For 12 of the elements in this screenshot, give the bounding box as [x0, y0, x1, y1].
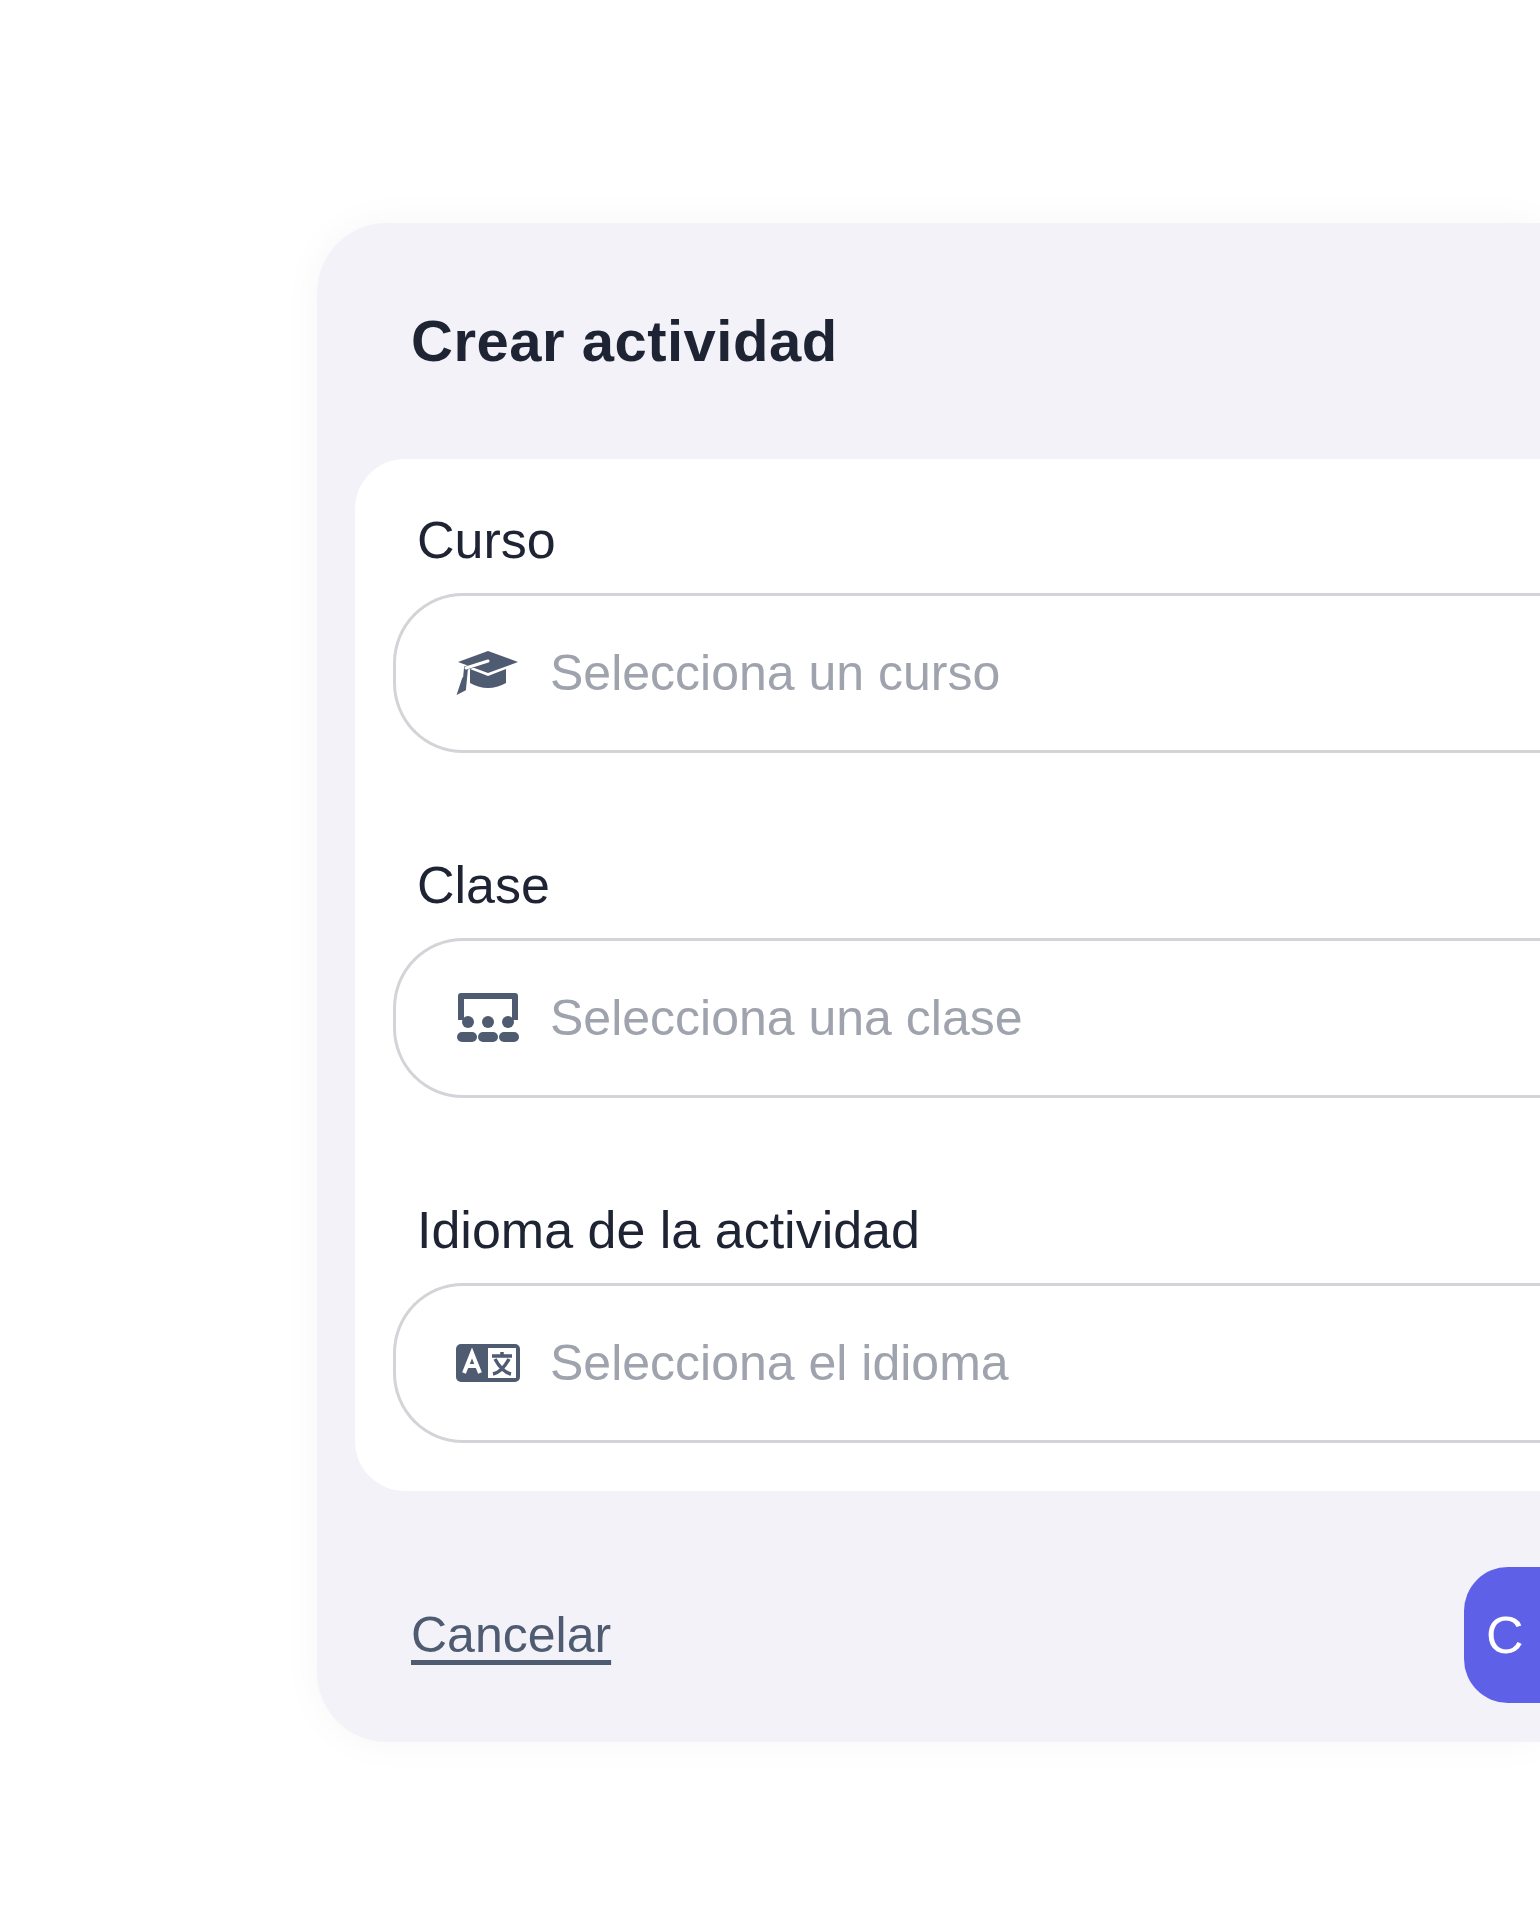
dialog-title: Crear actividad [411, 307, 839, 375]
field-label: Clase [417, 855, 551, 916]
field-label: Idioma de la actividad [417, 1200, 921, 1261]
select-field[interactable]: Selecciona un curso [393, 593, 1540, 753]
cap-icon [456, 649, 520, 697]
classroom-icon [456, 992, 520, 1044]
primary-button[interactable]: C [1464, 1567, 1540, 1703]
select-field[interactable]: Selecciona una clase [393, 938, 1540, 1098]
cancel-link[interactable]: Cancelar [411, 1606, 612, 1664]
translate-icon [456, 1344, 520, 1382]
select-field[interactable]: Selecciona el idioma [393, 1283, 1540, 1443]
field-label: Curso [417, 510, 557, 571]
